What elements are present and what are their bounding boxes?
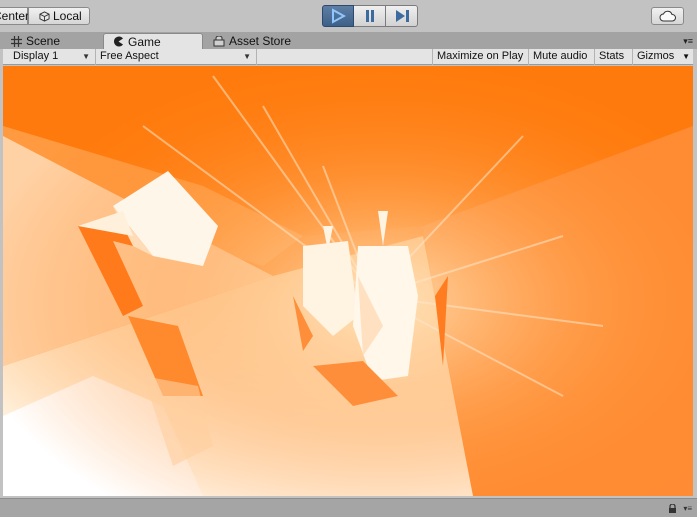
pause-icon [365,10,374,22]
gizmos-dropdown[interactable]: Gizmos ▼ [632,49,693,65]
stats-toggle[interactable]: Stats [594,49,632,65]
cloud-button[interactable] [651,7,684,25]
pivot-toggle-button[interactable]: Center [0,7,30,25]
space-toggle-button[interactable]: Local [28,7,90,25]
maximize-on-play-toggle[interactable]: Maximize on Play [432,49,528,65]
game-view-bar: Display 1 ▼ Free Aspect ▼ Maximize on Pl… [3,49,693,65]
cube-icon [39,10,50,22]
tab-scene[interactable]: Scene [2,33,100,49]
lock-icon[interactable] [668,504,677,513]
panel-menu-icon[interactable]: ▾≡ [683,504,692,513]
step-button[interactable] [386,5,418,27]
chevron-down-icon: ▼ [682,52,690,61]
space-label: Local [53,9,82,23]
main-toolbar: Center Local [0,0,697,32]
grid-icon [11,35,22,47]
tab-game[interactable]: Game [103,33,203,49]
pivot-label: Center [0,9,30,23]
status-bar: ▾≡ [0,498,697,517]
tab-label: Asset Store [229,34,292,48]
pause-button[interactable] [354,5,386,27]
tab-label: Game [128,34,161,49]
pacman-icon [114,36,123,47]
game-viewport[interactable] [3,66,693,496]
aspect-dropdown[interactable]: Free Aspect ▼ [96,49,257,65]
tab-label: Scene [26,34,61,48]
gizmos-label: Gizmos [637,50,675,62]
chevron-down-icon: ▼ [243,52,251,61]
play-icon [332,8,346,24]
maximize-label: Maximize on Play [437,50,524,62]
step-icon [395,10,409,22]
chevron-down-icon: ▼ [82,52,90,61]
view-tab-strip: Scene Game Asset Store ▾≡ [0,32,697,49]
mute-label: Mute audio [533,50,588,62]
mute-audio-toggle[interactable]: Mute audio [528,49,594,65]
tab-asset-store[interactable]: Asset Store [204,33,314,49]
tab-menu-icon[interactable]: ▾≡ [683,36,693,47]
game-render [3,66,693,496]
playmode-controls [322,5,418,27]
stats-label: Stats [599,50,625,62]
display-value: Display 1 [13,50,59,62]
aspect-value: Free Aspect [100,50,159,62]
store-icon [213,35,225,46]
cloud-icon [659,10,676,22]
display-dropdown[interactable]: Display 1 ▼ [3,49,96,65]
play-button[interactable] [322,5,354,27]
